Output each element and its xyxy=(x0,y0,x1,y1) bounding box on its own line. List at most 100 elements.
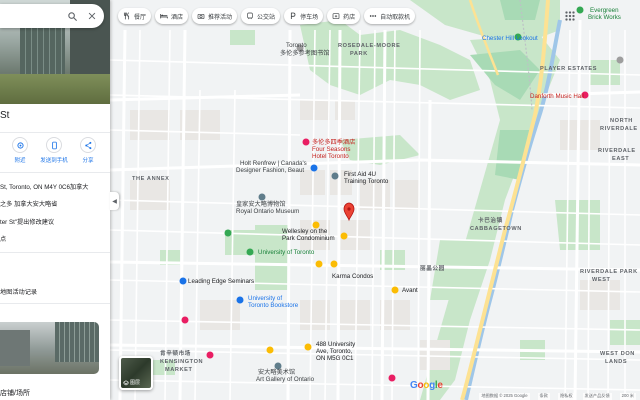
poi-marker-holt xyxy=(310,164,318,172)
footer-scale[interactable]: 200 米 xyxy=(619,393,636,400)
chip-atm[interactable]: 自动取款机 xyxy=(364,8,416,24)
poi-marker-misc-1 xyxy=(340,232,348,240)
plus-code-row[interactable]: 之多 加拿大安大略省 xyxy=(0,199,57,208)
pin-dot xyxy=(347,207,351,211)
park-dark-north xyxy=(500,0,540,20)
action-send-to-phone-label: 发送到手机 xyxy=(40,158,68,164)
poi-label-karma: Karma Condos xyxy=(332,273,373,280)
divider-activity xyxy=(0,303,110,304)
chip-restaurants-label: 餐厅 xyxy=(134,14,147,21)
poi-label-four-seasons: Four Seasons xyxy=(312,146,351,153)
apps-grid-icon xyxy=(565,11,575,21)
activity-row[interactable]: 地图活动记录 xyxy=(0,287,37,296)
chip-pharmacies[interactable]: 药店 xyxy=(327,8,361,24)
poi-label-chester-hill: Chester Hill Lookout xyxy=(482,35,538,42)
poi-marker-leading-edge xyxy=(179,277,187,285)
poi-label-ref-library-cn: 多伦多参考图书馆 xyxy=(280,49,330,57)
poi-label-holt: Holt Renfrew | Canada's xyxy=(240,160,307,167)
poi-marker-misc-6 xyxy=(224,229,232,237)
area-rosedale-2: PARK xyxy=(350,51,368,57)
park-small-2 xyxy=(590,60,620,85)
footer-privacy[interactable]: 隐私权 xyxy=(557,393,575,400)
poi-marker-rom xyxy=(258,193,266,201)
poi-label-wellesley-2: Park Condominium xyxy=(282,235,335,242)
apps-button[interactable] xyxy=(562,8,578,24)
poi-label-wellesley: Wellesley on the xyxy=(282,228,328,235)
footer-terms[interactable]: 条款 xyxy=(537,393,550,400)
action-nearby-label: 附近 xyxy=(14,158,26,164)
close-icon[interactable] xyxy=(86,10,98,22)
chip-transit-label: 公交站 xyxy=(257,14,276,21)
layers-button[interactable]: 图层 xyxy=(119,356,153,390)
chip-hotels[interactable]: 酒店 xyxy=(155,8,189,24)
poi-marker-misc-7 xyxy=(388,374,396,382)
share-icon xyxy=(80,137,96,153)
area-rosedale: ROSEDALE-MOORE xyxy=(338,43,400,49)
footer-feedback[interactable]: 发送产品反馈 xyxy=(582,393,612,400)
collapse-panel-button[interactable]: ◀ xyxy=(110,192,119,210)
restaurant-icon xyxy=(123,12,130,20)
search-icon[interactable] xyxy=(66,10,78,22)
area-west-don-2: LANDS xyxy=(605,359,627,365)
chip-pharmacies-label: 药店 xyxy=(343,14,356,21)
poi-label-brick-works: Brick Works xyxy=(588,14,621,21)
poi-marker-four-seasons xyxy=(302,138,310,146)
nearby-icon xyxy=(12,137,28,153)
area-kensington-2: MARKET xyxy=(165,367,193,373)
poi-label-ref-library: Toronto xyxy=(286,42,307,49)
place-panel: St 附近 发送到手机 分享 St, Toronto, ON M4Y 0C6加拿… xyxy=(0,0,110,400)
address-row[interactable]: St, Toronto, ON M4Y 0C6加拿大 xyxy=(0,182,89,191)
poi-label-four-seasons-cn: 多伦多四季酒店 xyxy=(312,138,355,146)
search-box[interactable] xyxy=(0,4,104,28)
action-nearby[interactable]: 附近 xyxy=(4,137,36,164)
layers-label-group: 图层 xyxy=(123,379,140,386)
poi-label-first-aid: First Aid 4U xyxy=(344,171,376,178)
chip-atm-label: 自动取款机 xyxy=(380,14,411,21)
poi-label-danforth: Danforth Music Hall xyxy=(530,93,584,100)
chip-things-to-do[interactable]: 推荐活动 xyxy=(192,8,238,24)
area-north-riverdale: NORTH xyxy=(610,118,633,124)
poi-marker-avant xyxy=(391,286,399,294)
divider-top xyxy=(0,132,110,133)
poi-label-ago-cn: 安大略美术馆 xyxy=(258,368,295,376)
suggest-edit-row[interactable]: ter St"提出修改建议 xyxy=(0,217,54,226)
chip-restaurants[interactable]: 餐厅 xyxy=(118,8,152,24)
area-kensington-cn: 肯辛顿市场 xyxy=(160,349,191,357)
area-north-riverdale-2: RIVERDALE xyxy=(600,126,638,132)
photo-grass xyxy=(0,74,110,104)
poi-marker-karma xyxy=(330,260,338,268)
poi-marker-first-aid xyxy=(331,172,339,180)
poi-label-uoft: University of Toronto xyxy=(258,249,315,256)
chip-transit[interactable]: 公交站 xyxy=(241,8,281,24)
area-cabbagetown-cn: 卡巴治镇 xyxy=(478,216,503,224)
action-row: 附近 发送到手机 分享 xyxy=(0,137,110,164)
area-riverdale-park: RIVERDALE PARK xyxy=(580,269,638,275)
action-share[interactable]: 分享 xyxy=(72,137,104,164)
action-send-to-phone[interactable]: 发送到手机 xyxy=(38,137,70,164)
footer-map-data: 地图数据 © 2025 Google xyxy=(479,393,530,400)
poi-marker-bookstore xyxy=(236,296,244,304)
chip-parking[interactable]: 停车场 xyxy=(284,8,324,24)
claim-row[interactable]: 点 xyxy=(0,234,6,243)
poi-label-holt-2: Designer Fashion, Beaut xyxy=(236,167,304,174)
poi-marker-misc-4 xyxy=(181,316,189,324)
poi-label-four-seasons-2: Hotel Toronto xyxy=(312,153,349,160)
area-kensington: KENSINGTON xyxy=(160,359,203,365)
place-title: St xyxy=(0,110,10,121)
area-riverdale-east: RIVERDALE xyxy=(598,148,636,154)
poi-marker-uoft xyxy=(246,248,254,256)
hotel-icon xyxy=(160,14,168,19)
poi-marker-misc-5 xyxy=(266,346,274,354)
transit-icon xyxy=(247,12,253,20)
thumb-building xyxy=(55,322,99,362)
divider-info xyxy=(0,252,110,253)
poi-label-bookstore-2: Toronto Bookstore xyxy=(248,302,299,309)
area-riverdale-east-2: EAST xyxy=(612,156,629,162)
layers-label: 图层 xyxy=(130,380,141,386)
area-annex: THE ANNEX xyxy=(132,176,170,182)
chip-hotels-label: 酒店 xyxy=(171,14,184,21)
poi-label-rom-cn: 皇家安大略博物馆 xyxy=(236,200,286,208)
poi-label-leading-edge: Leading Edge Seminars xyxy=(188,278,254,285)
area-player-estates: PLAYER ESTATES xyxy=(540,66,597,72)
photo-thumbnail[interactable] xyxy=(0,322,99,374)
